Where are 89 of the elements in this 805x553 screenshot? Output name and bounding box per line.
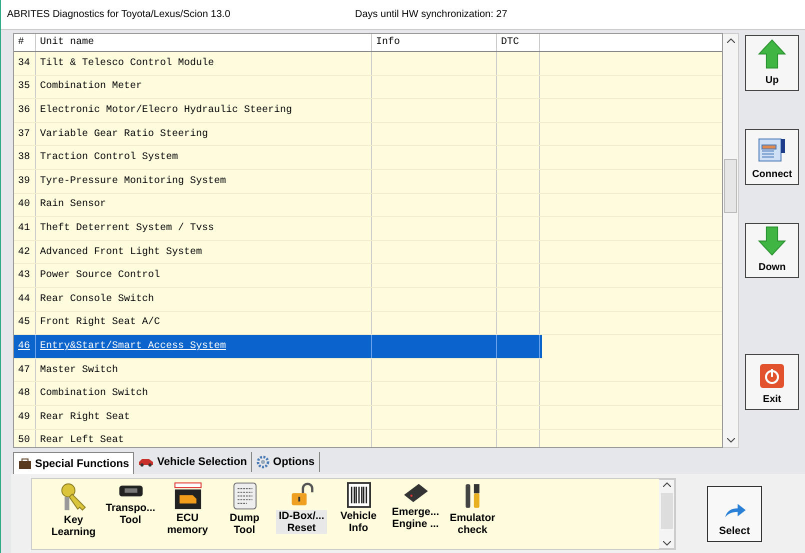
select-button[interactable]: Select [707, 486, 762, 542]
scrollbar[interactable] [659, 479, 675, 549]
car-icon [138, 457, 154, 467]
row-number: 45 [18, 317, 30, 328]
tool-button[interactable]: Emerge... Engine ... [388, 482, 443, 532]
binary-document-icon [232, 482, 256, 510]
unit-name: Variable Gear Ratio Steering [40, 128, 208, 140]
row-number: 41 [18, 222, 30, 234]
unit-name: Electronic Motor/Elecro Hydraulic Steering [40, 104, 292, 116]
column-header[interactable]: Info [372, 34, 497, 51]
table-row[interactable]: 40 Rain Sensor [14, 194, 722, 218]
row-number: 42 [18, 246, 30, 258]
unit-name: Combination Switch [40, 388, 148, 400]
table-row[interactable]: 41 Theft Deterrent System / Tvss [14, 217, 722, 241]
row-number: 34 [18, 58, 30, 69]
row-number: 44 [18, 294, 30, 305]
column-header[interactable]: # [14, 34, 36, 51]
unit-name: Rear Console Switch [40, 294, 154, 305]
unit-name: Traction Control System [40, 152, 178, 164]
table-row[interactable]: 42 Advanced Front Light System [14, 240, 722, 264]
unit-name: Front Right Seat A/C [40, 317, 160, 328]
unit-name: Master Switch [40, 364, 118, 376]
column-header[interactable]: Unit name [36, 34, 372, 51]
row-number: 37 [18, 128, 30, 140]
unit-name: Rear Right Seat [40, 412, 130, 423]
row-number: 36 [18, 104, 30, 116]
tool-button[interactable]: Dump Tool [217, 482, 272, 538]
unit-name: Rain Sensor [40, 199, 106, 210]
table-row[interactable]: 48 Combination Switch [14, 382, 722, 406]
row-number: 35 [18, 81, 30, 92]
table-row[interactable]: 39 Tyre-Pressure Monitoring System [14, 170, 722, 194]
row-number: 43 [18, 270, 30, 282]
scrollbar[interactable] [723, 33, 740, 448]
table-row[interactable]: 44 Rear Console Switch [14, 288, 722, 312]
unit-name: Rear Left Seat [40, 435, 124, 446]
table-row[interactable]: 35 Combination Meter [14, 76, 722, 100]
gear-icon [256, 455, 270, 469]
engine-icon [174, 482, 202, 510]
scroll-thumb[interactable] [660, 493, 672, 529]
tool-button[interactable]: ECU memory [160, 482, 215, 538]
scroll-down-icon[interactable] [726, 438, 735, 443]
table-row[interactable]: 38 Traction Control System [14, 146, 722, 170]
unit-name: Power Source Control [40, 270, 160, 282]
row-number: 49 [18, 412, 30, 423]
down-arrow-icon [758, 226, 786, 256]
column-header[interactable]: DTC [497, 34, 540, 51]
sync-status: Days until HW synchronization: 27 [355, 9, 508, 20]
curved-arrow-icon [722, 503, 746, 519]
chip-icon [402, 482, 430, 504]
power-icon [760, 364, 784, 388]
row-number: 38 [18, 152, 30, 164]
scroll-up-icon[interactable] [662, 482, 670, 487]
scroll-up-icon[interactable] [726, 38, 735, 43]
scroll-down-icon[interactable] [662, 541, 670, 546]
row-number: 46 [18, 340, 30, 352]
row-number: 47 [18, 364, 30, 376]
tab[interactable]: Options [252, 452, 320, 472]
row-number: 50 [18, 435, 30, 446]
tool-button[interactable]: ID-Box/... Reset [274, 482, 329, 536]
row-number: 39 [18, 176, 30, 187]
connect-button[interactable]: Connect [745, 128, 800, 184]
up-button[interactable]: Up [745, 35, 800, 91]
tool-button[interactable]: Vehicle Info [331, 482, 386, 536]
table-row[interactable]: 47 Master Switch [14, 358, 722, 382]
window-title: ABRITES Diagnostics for Toyota/Lexus/Scion 13.0 [7, 9, 232, 20]
unit-name: Theft Deterrent System / Tvss [40, 222, 214, 234]
table-row[interactable]: 34 Tilt & Telesco Control Module [14, 52, 722, 76]
exit-button[interactable]: Exit [745, 354, 800, 410]
table-row[interactable]: 37 Variable Gear Ratio Steering [14, 122, 722, 146]
scroll-thumb[interactable] [724, 159, 738, 213]
table-row[interactable]: 43 Power Source Control [14, 264, 722, 288]
unit-name: Tyre-Pressure Monitoring System [40, 176, 226, 187]
barcode-icon [346, 482, 370, 508]
toolbox-icon [18, 458, 32, 470]
unit-name: Tilt & Telesco Control Module [40, 58, 214, 69]
keys-icon [58, 482, 88, 512]
table-row[interactable]: 49 Rear Right Seat [14, 406, 722, 430]
tab[interactable]: Vehicle Selection [134, 452, 252, 472]
down-button[interactable]: Down [745, 222, 800, 278]
tab[interactable]: Special Functions [13, 452, 134, 474]
row-number: 40 [18, 199, 30, 210]
tool-button[interactable]: Transpo... Tool [103, 482, 158, 528]
row-number: 48 [18, 388, 30, 400]
table-row[interactable]: 36 Electronic Motor/Elecro Hydraulic Steering [14, 99, 722, 123]
up-arrow-icon [758, 38, 786, 69]
tool-button[interactable]: Emulator check [445, 482, 500, 538]
tool-button[interactable]: Key Learning [46, 482, 101, 540]
unit-name: Advanced Front Light System [40, 246, 202, 258]
unit-name: Combination Meter [40, 81, 142, 92]
